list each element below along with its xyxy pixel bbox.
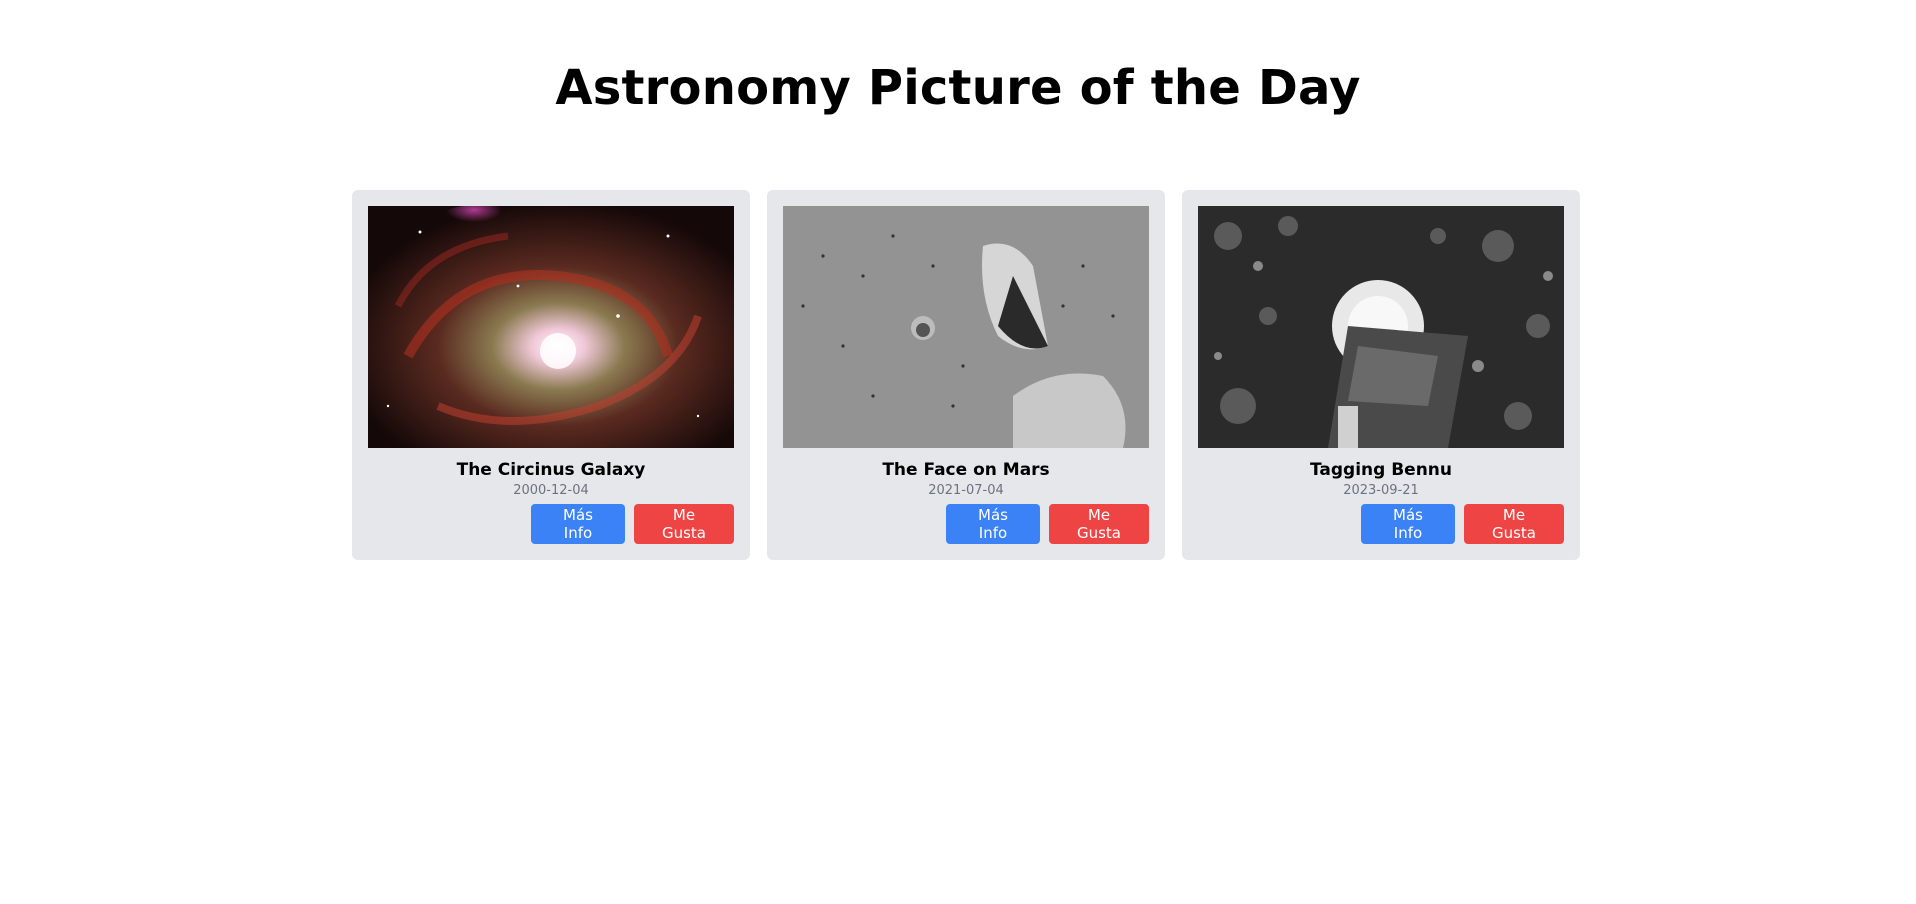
page-title: Astronomy Picture of the Day [555, 60, 1361, 116]
card-title: Tagging Bennu [1309, 460, 1453, 480]
galaxy-image [368, 206, 734, 448]
card-date: 2021-07-04 [928, 483, 1004, 498]
more-info-button[interactable]: Más Info [946, 504, 1040, 544]
mars-face-illustration [783, 206, 1149, 448]
more-info-button[interactable]: Más Info [1361, 504, 1455, 544]
card-title: The Face on Mars [882, 460, 1050, 480]
card-date: 2023-09-21 [1343, 483, 1419, 498]
apod-card: The Face on Mars 2021-07-04 Más Info Me … [767, 190, 1165, 560]
apod-card: The Circinus Galaxy 2000-12-04 Más Info … [352, 190, 750, 560]
like-button[interactable]: Me Gusta [634, 504, 734, 544]
card-actions: Más Info Me Gusta [531, 504, 734, 544]
card-actions: Más Info Me Gusta [946, 504, 1149, 544]
page: Astronomy Picture of the Day The Circinu… [0, 0, 1916, 904]
galaxy-illustration [368, 206, 734, 448]
card-grid: The Circinus Galaxy 2000-12-04 Más Info … [352, 190, 1580, 560]
apod-card: Tagging Bennu 2023-09-21 Más Info Me Gus… [1182, 190, 1580, 560]
card-title: The Circinus Galaxy [456, 460, 646, 480]
more-info-button[interactable]: Más Info [531, 504, 625, 544]
bennu-sample-image [1198, 206, 1564, 448]
bennu-illustration [1198, 206, 1564, 448]
like-button[interactable]: Me Gusta [1464, 504, 1564, 544]
like-button[interactable]: Me Gusta [1049, 504, 1149, 544]
card-actions: Más Info Me Gusta [1361, 504, 1564, 544]
mars-face-image [783, 206, 1149, 448]
card-date: 2000-12-04 [513, 483, 589, 498]
